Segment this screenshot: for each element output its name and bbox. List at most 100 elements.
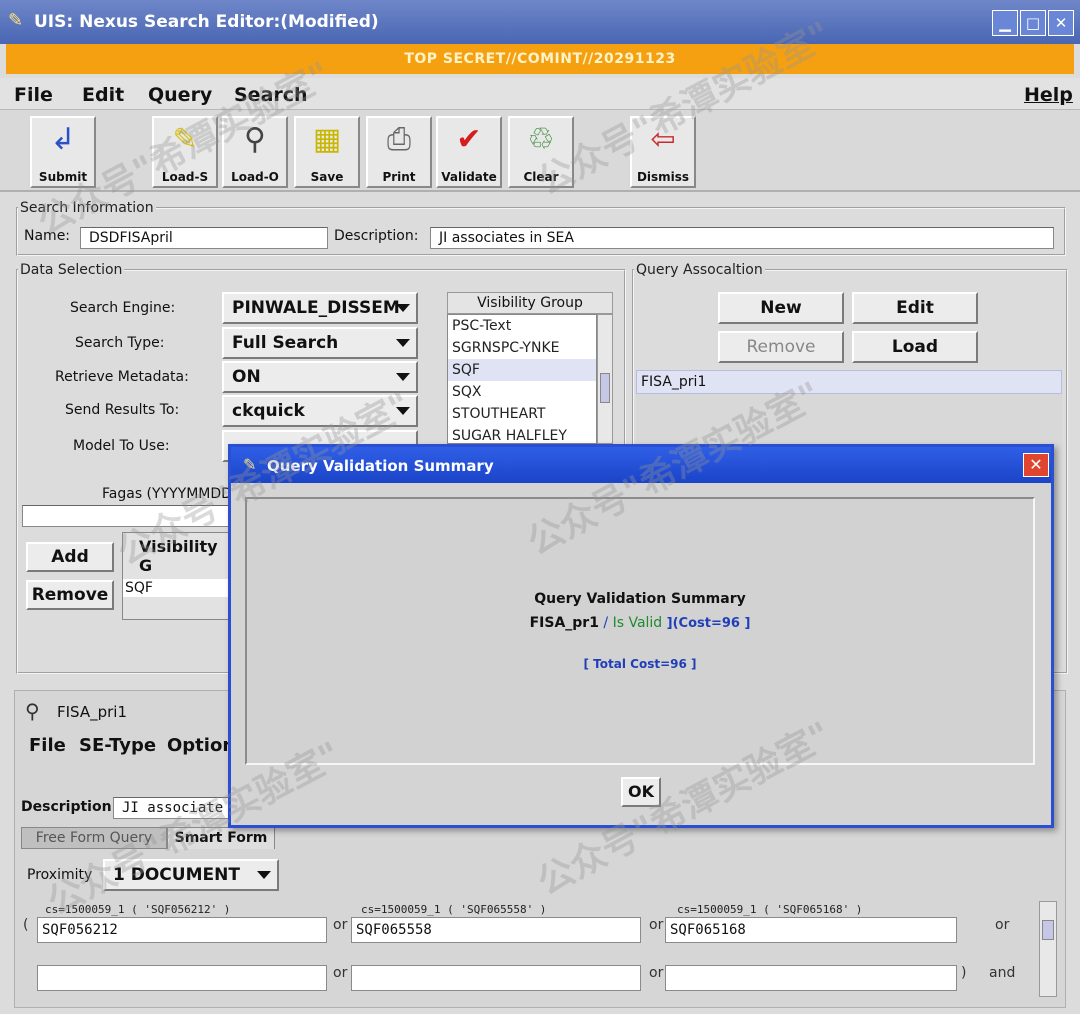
description-label: Description: bbox=[334, 228, 419, 244]
scrollbar-thumb[interactable] bbox=[600, 373, 610, 403]
terms-scrollbar[interactable] bbox=[1039, 901, 1057, 997]
menu-bar: File Edit Query Search Help bbox=[0, 78, 1080, 110]
close-button[interactable]: ✕ bbox=[1048, 10, 1074, 36]
ok-button[interactable]: OK bbox=[621, 777, 661, 807]
total-cost: [ Total Cost=96 ] bbox=[583, 657, 697, 671]
tab-smart-form[interactable]: Smart Form bbox=[167, 827, 275, 849]
retrieve-metadata-label: Retrieve Metadata: bbox=[55, 369, 189, 385]
tab-free-form-query[interactable]: Free Form Query bbox=[21, 827, 167, 849]
toolbar: ↲ Submit ✎ Load-S ⚲ Load-O ▦ Save ⎙ Prin… bbox=[0, 110, 1080, 192]
cabinet-icon: ▦ bbox=[312, 122, 342, 157]
list-item[interactable]: SQX bbox=[448, 381, 596, 403]
menu-help[interactable]: Help bbox=[1024, 84, 1073, 106]
visibility-group-list[interactable]: PSC-Text SGRNSPC-YNKE SQF SQX STOUTHEART… bbox=[447, 314, 597, 444]
search-type-value: Full Search bbox=[232, 333, 339, 353]
term-field[interactable] bbox=[351, 965, 641, 991]
load-o-label: Load-O bbox=[231, 170, 279, 184]
lower-description-label: Description: bbox=[21, 799, 118, 815]
printer-icon: ⎙ bbox=[387, 122, 411, 157]
list-scrollbar[interactable] bbox=[597, 314, 613, 444]
dates-field[interactable] bbox=[22, 505, 232, 527]
search-engine-dropdown[interactable]: PINWALE_DISSEM bbox=[222, 292, 418, 324]
scrollbar-thumb[interactable] bbox=[1042, 920, 1054, 940]
proximity-label: Proximity bbox=[27, 867, 93, 883]
retrieve-metadata-dropdown[interactable]: ON bbox=[222, 361, 418, 393]
load-o-button[interactable]: ⚲ Load-O bbox=[222, 116, 288, 188]
maximize-button[interactable]: □ bbox=[1020, 10, 1046, 36]
clear-label: Clear bbox=[523, 170, 559, 184]
chevron-down-icon bbox=[257, 871, 271, 879]
add-button[interactable]: Add bbox=[26, 542, 114, 572]
dates-label: Fagas (YYYYMMDD bbox=[102, 486, 232, 502]
remove-association-button[interactable]: Remove bbox=[718, 331, 844, 363]
term-field[interactable] bbox=[37, 965, 327, 991]
menu-file[interactable]: File bbox=[14, 84, 53, 106]
save-button[interactable]: ▦ Save bbox=[294, 116, 360, 188]
exit-door-icon: ⇦ bbox=[650, 122, 676, 157]
query-cost: ](Cost=96 ] bbox=[666, 616, 751, 631]
submit-button[interactable]: ↲ Submit bbox=[30, 116, 96, 188]
visibility-selected-box: Visibility G SQF bbox=[122, 532, 232, 620]
model-label: Model To Use: bbox=[73, 438, 170, 454]
query-validation-dialog: ✎ Query Validation Summary ✕ Query Valid… bbox=[228, 444, 1054, 828]
lower-description-field[interactable]: JI associate bbox=[113, 797, 233, 819]
minimize-button[interactable]: ▁ bbox=[992, 10, 1018, 36]
load-button[interactable]: Load bbox=[852, 331, 978, 363]
dismiss-label: Dismiss bbox=[636, 170, 690, 184]
lower-menu-file[interactable]: File bbox=[29, 735, 66, 756]
submit-label: Submit bbox=[38, 170, 88, 184]
query-editor-title: FISA_pri1 bbox=[57, 703, 128, 721]
load-s-icon: ✎ bbox=[172, 122, 198, 157]
edit-button[interactable]: Edit bbox=[852, 292, 978, 324]
dialog-title: Query Validation Summary bbox=[267, 457, 494, 475]
list-item[interactable]: PSC-Text bbox=[448, 315, 596, 337]
menu-edit[interactable]: Edit bbox=[82, 84, 124, 106]
list-item[interactable]: STOUTHEART bbox=[448, 403, 596, 425]
or-connector: or bbox=[649, 917, 664, 933]
magnifier-icon: ⚲ bbox=[244, 122, 266, 157]
list-item[interactable]: SQF bbox=[448, 359, 596, 381]
list-item[interactable]: SGRNSPC-YNKE bbox=[448, 337, 596, 359]
load-s-label: Load-S bbox=[161, 170, 209, 184]
menu-search[interactable]: Search bbox=[234, 84, 308, 106]
list-item[interactable]: SQF bbox=[123, 579, 231, 597]
lower-menu-options[interactable]: Option bbox=[167, 735, 235, 756]
search-engine-value: PINWALE_DISSEM bbox=[232, 298, 400, 318]
query-association-legend: Query Assocaltion bbox=[636, 262, 763, 278]
lower-menu-se-type[interactable]: SE-Type bbox=[79, 735, 156, 756]
separator: / bbox=[603, 615, 609, 631]
term-field[interactable]: SQF065168 bbox=[665, 917, 957, 943]
term-hint: cs=1500059_1 ( 'SQF056212' ) bbox=[45, 903, 231, 916]
list-item[interactable]: FISA_pri1 bbox=[636, 370, 1062, 394]
menu-query[interactable]: Query bbox=[148, 84, 212, 106]
term-field[interactable]: SQF056212 bbox=[37, 917, 327, 943]
clear-button[interactable]: ♲ Clear bbox=[508, 116, 574, 188]
term-hint: cs=1500059_1 ( 'SQF065558' ) bbox=[361, 903, 547, 916]
print-button[interactable]: ⎙ Print bbox=[366, 116, 432, 188]
validate-button[interactable]: ✔ Validate bbox=[436, 116, 502, 188]
send-results-dropdown[interactable]: ckquick bbox=[222, 395, 418, 427]
list-item[interactable]: SUGAR HALFLEY bbox=[448, 425, 596, 443]
new-button[interactable]: New bbox=[718, 292, 844, 324]
term-field[interactable]: SQF065558 bbox=[351, 917, 641, 943]
load-s-button[interactable]: ✎ Load-S bbox=[152, 116, 218, 188]
name-field[interactable]: DSDFISApril bbox=[80, 227, 328, 249]
or-connector: or bbox=[333, 965, 348, 981]
dismiss-button[interactable]: ⇦ Dismiss bbox=[630, 116, 696, 188]
proximity-dropdown[interactable]: 1 DOCUMENT bbox=[103, 859, 279, 891]
description-field[interactable]: JI associates in SEA bbox=[430, 227, 1054, 249]
remove-button[interactable]: Remove bbox=[26, 580, 114, 610]
term-field[interactable] bbox=[665, 965, 957, 991]
chevron-down-icon bbox=[396, 407, 410, 415]
open-paren: ( bbox=[23, 917, 29, 933]
visibility-group-header: Visibility Group bbox=[447, 292, 613, 314]
validate-label: Validate bbox=[441, 170, 497, 184]
search-type-dropdown[interactable]: Full Search bbox=[222, 327, 418, 359]
dialog-close-button[interactable]: ✕ bbox=[1023, 453, 1049, 477]
chevron-down-icon bbox=[396, 339, 410, 347]
query-name: FISA_pr1 bbox=[529, 615, 599, 631]
app-icon: ✎ bbox=[8, 10, 24, 31]
validation-status: Is Valid bbox=[612, 615, 663, 631]
visibility-column-header: Visibility G bbox=[139, 537, 218, 575]
or-connector: or bbox=[333, 917, 348, 933]
